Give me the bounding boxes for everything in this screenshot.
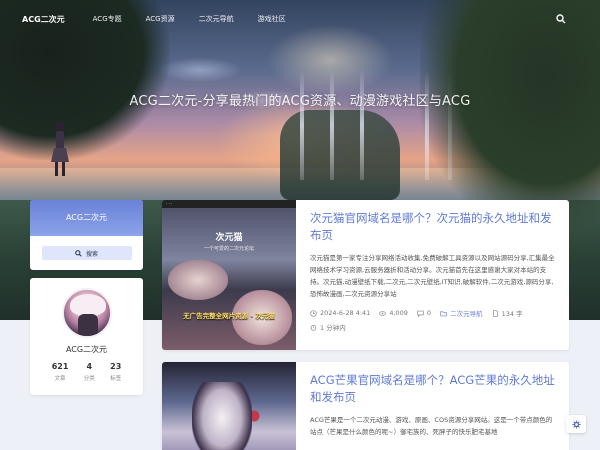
thumbnail-caption-title: 次元猫 <box>215 233 243 243</box>
site-logo[interactable]: ACG二次元 <box>22 14 65 25</box>
post-read-time-text: 1 分钟内 <box>320 324 346 332</box>
top-nav: ACG二次元 ACG专题 ACG资源 二次元导航 游戏社区 <box>0 0 600 38</box>
post-date-text: 2024-6-28 4:41 <box>320 309 371 317</box>
nav-item-acg-topics[interactable]: ACG专题 <box>93 14 122 24</box>
hero-title: ACG二次元-分享最热门的ACG资源、动漫游戏社区与ACG <box>129 94 471 109</box>
post-thumbnail[interactable] <box>162 362 296 450</box>
stat-label: 文章 <box>54 376 66 382</box>
post-excerpt: 次元猫是第一家专注分享网络活动收集,免费破解工具资源以及网站源码分享,汇集最全网… <box>310 254 555 298</box>
hero-character <box>51 121 69 176</box>
stat-value: 23 <box>110 362 122 371</box>
post-word-count-text: 134 字 <box>501 310 523 318</box>
sidebar-search-button[interactable]: 搜索 <box>41 246 132 260</box>
thumbnail-figure <box>192 382 252 450</box>
document-icon <box>492 309 498 317</box>
post-body: 次元猫官网域名是哪个？次元猫的永久地址和发布页 次元猫是第一家专注分享网络活动收… <box>310 210 555 332</box>
avatar[interactable] <box>62 288 112 338</box>
sidebar-site-card: ACG二次元 搜索 <box>30 200 143 270</box>
post-meta: 2024-6-28 4:41 4,009 0 二次元导航 134 字 1 分钟内 <box>310 308 555 332</box>
thumbnail-caption-banner: 无广告完整全网片资源 - 次元猫 <box>183 312 275 320</box>
nav-item-acg-resources[interactable]: ACG资源 <box>146 14 175 24</box>
stat-categories[interactable]: 4 分类 <box>84 362 95 382</box>
eye-icon <box>379 310 387 316</box>
sidebar-site-name: ACG二次元 <box>30 200 143 236</box>
stat-label: 分类 <box>83 376 95 382</box>
stat-articles[interactable]: 621 文章 <box>52 362 69 382</box>
post-comments-text: 0 <box>426 309 432 317</box>
hero-waterfall <box>300 70 304 180</box>
stat-value: 621 <box>51 362 69 371</box>
post-date: 2024-6-28 4:41 <box>310 309 370 317</box>
post-read-time: 1 分钟内 <box>310 322 346 332</box>
post-category[interactable]: 二次元导航 <box>440 308 483 318</box>
stat-value: 4 <box>86 362 93 371</box>
search-icon[interactable] <box>556 14 566 24</box>
post-title[interactable]: 次元猫官网域名是哪个？次元猫的永久地址和发布页 <box>310 210 555 244</box>
folder-icon <box>440 310 447 316</box>
post-thumbnail[interactable]: · · · 次元猫 一个可爱的二次元论坛 无广告完整全网片资源 - 次元猫 <box>162 200 296 350</box>
sidebar-search-label: 搜索 <box>85 250 98 258</box>
clock-icon <box>310 309 317 317</box>
thumbnail-figure <box>168 260 228 300</box>
post-body: ACG芒果官网域名是哪个？ACG芒果的永久地址和发布页 ACG芒果是一个二次元动… <box>310 372 555 438</box>
thumbnail-caption-sub: 一个可爱的二次元论坛 <box>203 246 254 252</box>
thumbnail-topbar: · · · <box>162 200 296 208</box>
post-category-text: 二次元导航 <box>450 310 483 318</box>
gear-icon <box>571 419 581 429</box>
hero-rock <box>280 110 400 200</box>
stat-label: 标签 <box>110 376 122 382</box>
post-title[interactable]: ACG芒果官网域名是哪个？ACG芒果的永久地址和发布页 <box>310 372 555 406</box>
post-word-count: 134 字 <box>492 308 523 318</box>
hero-waterfall <box>330 70 334 180</box>
hero-waterfall <box>360 70 364 180</box>
search-icon <box>75 249 82 257</box>
comment-icon <box>417 310 424 317</box>
profile-card: ACG二次元 621 文章 4 分类 23 标签 <box>30 278 143 395</box>
post-views-text: 4,009 <box>389 309 408 317</box>
post-comments[interactable]: 0 <box>417 309 431 317</box>
stat-tags[interactable]: 23 标签 <box>110 362 121 382</box>
timer-icon <box>310 324 317 331</box>
post-card: · · · 次元猫 一个可爱的二次元论坛 无广告完整全网片资源 - 次元猫 次元… <box>162 200 569 350</box>
profile-stats: 621 文章 4 分类 23 标签 <box>30 362 143 382</box>
nav-item-2d-navigation[interactable]: 二次元导航 <box>199 14 234 24</box>
profile-name: ACG二次元 <box>65 345 108 354</box>
post-card: ACG芒果官网域名是哪个？ACG芒果的永久地址和发布页 ACG芒果是一个二次元动… <box>162 362 569 450</box>
nav-item-game-community[interactable]: 游戏社区 <box>258 14 286 24</box>
settings-button[interactable] <box>566 415 586 433</box>
post-views: 4,009 <box>379 309 408 317</box>
post-excerpt: ACG芒果是一个二次元动漫、游戏、原画、COS资源分享网站。这是一个带点颜色的站… <box>310 416 553 436</box>
